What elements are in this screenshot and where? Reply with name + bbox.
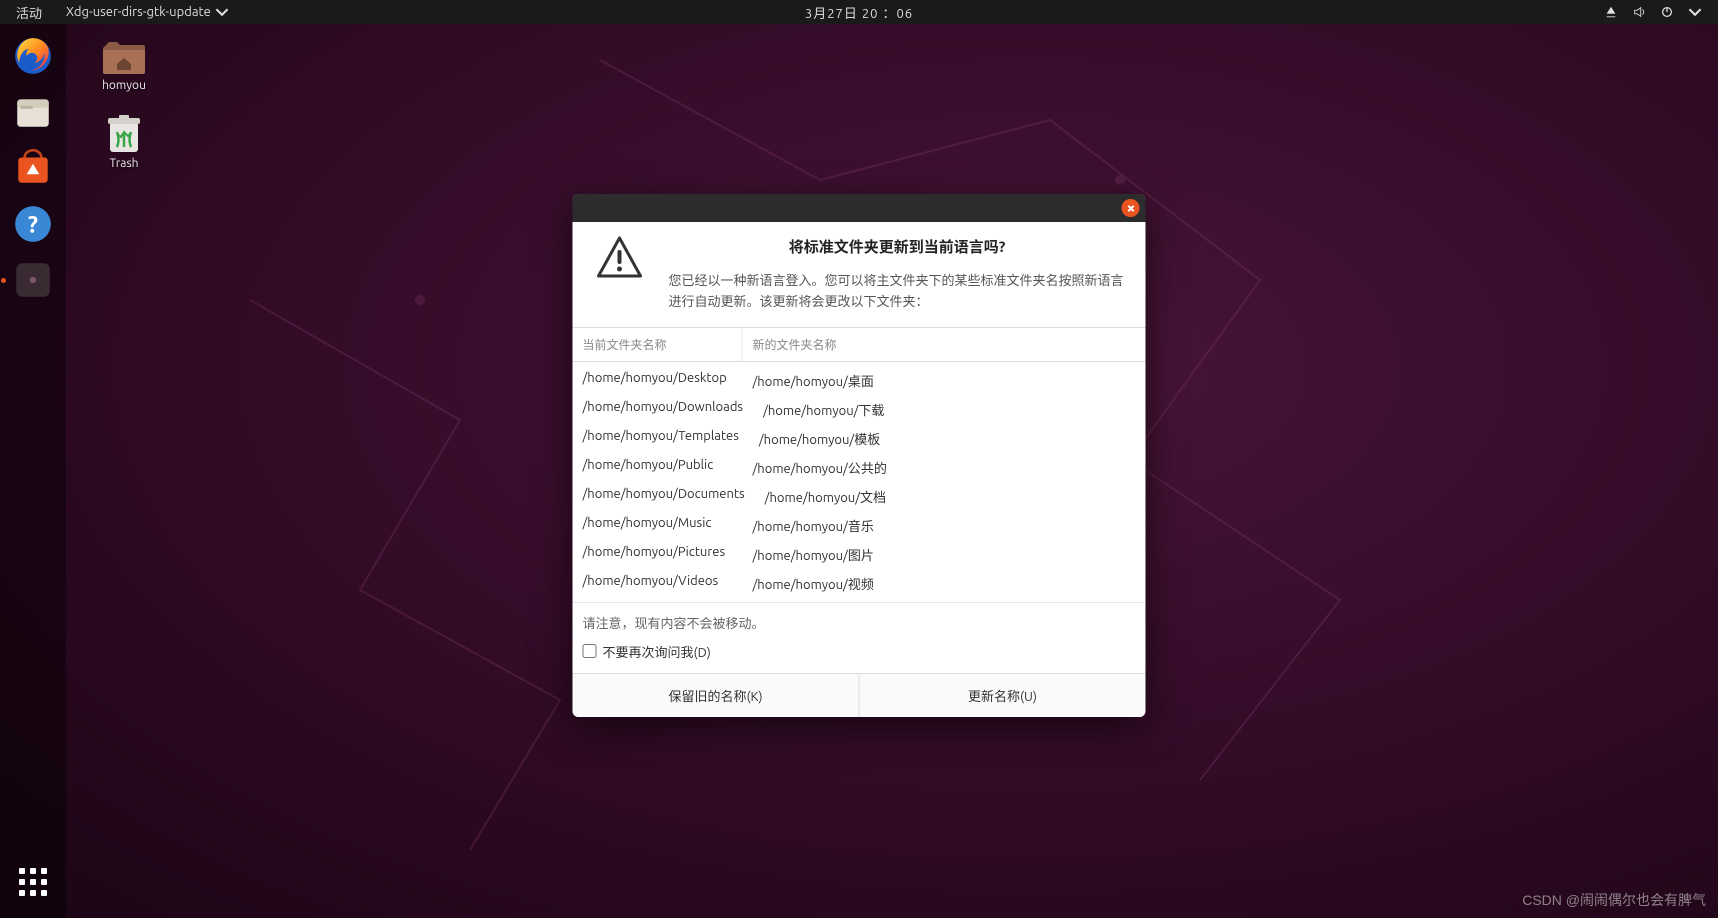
checkbox-label: 不要再次询问我(D)	[603, 642, 711, 661]
cell-new: /home/homyou/公共的	[743, 453, 1146, 482]
dialog-header: 将标准文件夹更新到当前语言吗? 您已经以一种新语言登入。您可以将主文件夹下的某些…	[573, 222, 1146, 327]
trash-icon	[101, 114, 147, 154]
desktop-icons: homyou Trash	[86, 36, 162, 170]
app-menu-label: Xdg-user-dirs-gtk-update	[66, 5, 211, 19]
network-icon	[1604, 5, 1618, 19]
svg-text:?: ?	[28, 211, 38, 237]
cell-new: /home/homyou/文档	[755, 482, 1146, 511]
show-applications-button[interactable]	[7, 856, 59, 908]
dialog-body: 您已经以一种新语言登入。您可以将主文件夹下的某些标准文件夹名按照新语言进行自动更…	[669, 271, 1126, 313]
desktop-icon-label: Trash	[109, 157, 138, 170]
chevron-down-icon	[215, 5, 229, 19]
warning-icon	[597, 236, 643, 278]
clock[interactable]: 3月27日 20 ：06	[805, 3, 913, 22]
desktop-icon-trash[interactable]: Trash	[86, 114, 162, 170]
xdg-dirs-icon	[12, 259, 54, 301]
col-current: 当前文件夹名称	[573, 328, 743, 361]
close-button[interactable]	[1122, 199, 1140, 217]
dont-ask-checkbox[interactable]: 不要再次询问我(D)	[573, 638, 1146, 673]
dialog-titlebar[interactable]	[573, 194, 1146, 222]
cell-old: /home/homyou/Templates	[573, 424, 749, 453]
cell-old: /home/homyou/Music	[573, 511, 743, 540]
dock-firefox[interactable]	[7, 30, 59, 82]
home-folder-icon	[101, 36, 147, 76]
top-bar: 活动 Xdg-user-dirs-gtk-update 3月27日 20 ：06	[0, 0, 1718, 24]
firefox-icon	[12, 35, 54, 77]
cell-new: /home/homyou/桌面	[743, 366, 1146, 395]
cell-new: /home/homyou/模板	[749, 424, 1146, 453]
desktop-icon-home[interactable]: homyou	[86, 36, 162, 92]
table-row: /home/homyou/Templates/home/homyou/模板	[573, 424, 1146, 453]
cell-new: /home/homyou/图片	[743, 540, 1146, 569]
table-row: /home/homyou/Public/home/homyou/公共的	[573, 453, 1146, 482]
table-row: /home/homyou/Downloads/home/homyou/下载	[573, 395, 1146, 424]
dock-software[interactable]	[7, 142, 59, 194]
software-store-icon	[12, 147, 54, 189]
cell-old: /home/homyou/Pictures	[573, 540, 743, 569]
dock: ?	[0, 24, 66, 918]
cell-old: /home/homyou/Documents	[573, 482, 755, 511]
table-row: /home/homyou/Music/home/homyou/音乐	[573, 511, 1146, 540]
dialog-buttons: 保留旧的名称(K) 更新名称(U)	[573, 673, 1146, 717]
apps-grid-icon	[19, 868, 47, 896]
cell-new: /home/homyou/音乐	[743, 511, 1146, 540]
activities-button[interactable]: 活动	[16, 3, 42, 22]
xdg-dirs-dialog: 将标准文件夹更新到当前语言吗? 您已经以一种新语言登入。您可以将主文件夹下的某些…	[573, 194, 1146, 717]
dock-running-app[interactable]	[7, 254, 59, 306]
column-headers: 当前文件夹名称 新的文件夹名称	[573, 327, 1146, 362]
chevron-down-icon	[1688, 5, 1702, 19]
app-menu[interactable]: Xdg-user-dirs-gtk-update	[66, 5, 229, 19]
watermark: CSDN @闹闹偶尔也会有脾气	[1522, 890, 1706, 910]
keep-old-button[interactable]: 保留旧的名称(K)	[573, 674, 860, 717]
col-new: 新的文件夹名称	[743, 328, 1146, 361]
table-row: /home/homyou/Documents/home/homyou/文档	[573, 482, 1146, 511]
volume-icon	[1632, 5, 1646, 19]
table-row: /home/homyou/Pictures/home/homyou/图片	[573, 540, 1146, 569]
power-icon	[1660, 5, 1674, 19]
dialog-note: 请注意，现有内容不会被移动。	[573, 602, 1146, 638]
table-row: /home/homyou/Videos/home/homyou/视频	[573, 569, 1146, 598]
cell-old: /home/homyou/Public	[573, 453, 743, 482]
desktop-icon-label: homyou	[102, 79, 146, 92]
dialog-title: 将标准文件夹更新到当前语言吗?	[669, 236, 1126, 257]
dock-files[interactable]	[7, 86, 59, 138]
cell-old: /home/homyou/Videos	[573, 569, 743, 598]
cell-old: /home/homyou/Desktop	[573, 366, 743, 395]
cell-new: /home/homyou/下载	[753, 395, 1145, 424]
dock-help[interactable]: ?	[7, 198, 59, 250]
table-row: /home/homyou/Desktop/home/homyou/桌面	[573, 366, 1146, 395]
help-icon: ?	[12, 203, 54, 245]
close-icon	[1126, 204, 1135, 213]
folder-rows: /home/homyou/Desktop/home/homyou/桌面/home…	[573, 362, 1146, 602]
update-names-button[interactable]: 更新名称(U)	[860, 674, 1146, 717]
files-icon	[12, 91, 54, 133]
cell-new: /home/homyou/视频	[743, 569, 1146, 598]
system-tray[interactable]	[1604, 5, 1718, 19]
checkbox-input[interactable]	[583, 644, 597, 658]
cell-old: /home/homyou/Downloads	[573, 395, 754, 424]
